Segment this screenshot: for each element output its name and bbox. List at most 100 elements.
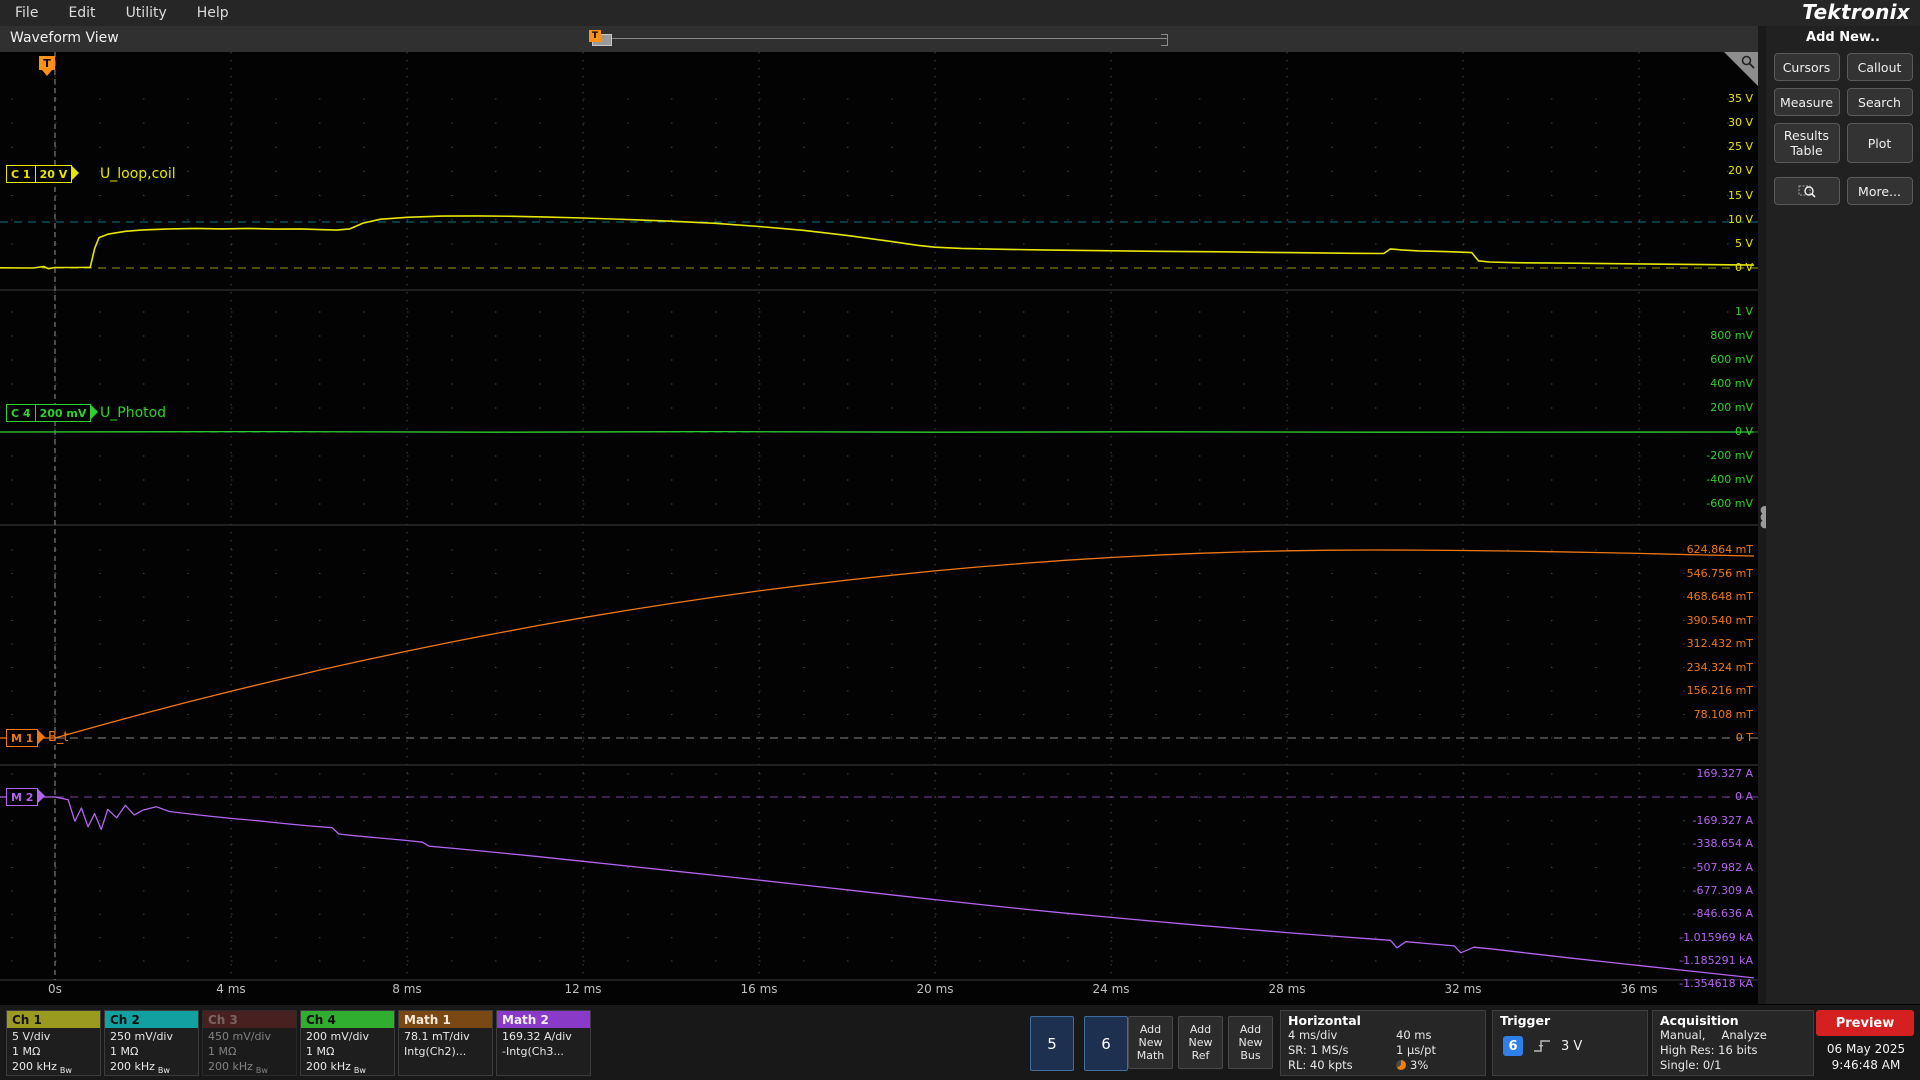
- slider-trigger-icon: T: [589, 30, 601, 42]
- plot-button[interactable]: Plot: [1846, 123, 1913, 163]
- channel-card-title: Ch 3: [203, 1011, 296, 1028]
- preview-button[interactable]: Preview: [1816, 1010, 1914, 1036]
- ch4-axis-label: 400 mV: [1710, 377, 1753, 390]
- measure-button[interactable]: Measure: [1773, 88, 1840, 116]
- math1-badge[interactable]: M 1: [6, 729, 46, 747]
- math2-axis-label: -169.327 A: [1692, 813, 1753, 827]
- channel-card-title: Math 2: [497, 1011, 590, 1028]
- math2-axis-label: -846.636 A: [1692, 907, 1753, 921]
- zoom-overlay-button[interactable]: [1773, 177, 1840, 205]
- cursors-button[interactable]: Cursors: [1773, 53, 1840, 81]
- waveform-view-header: Waveform View T: [0, 26, 1758, 53]
- math1-trace-label[interactable]: B_t: [48, 730, 69, 745]
- ch4-axis-label: -600 mV: [1706, 497, 1753, 510]
- channel-cards: Ch 1 5 V/div 1 MΩ 200 kHz Bw Ch 2 250 mV/div 1 …: [6, 1010, 591, 1076]
- channel-scale: 450 mV/div: [208, 1030, 271, 1043]
- math2-axis-label: -338.654 A: [1692, 837, 1753, 851]
- channel-impedance: 1 MΩ: [12, 1045, 41, 1058]
- more-button[interactable]: More...: [1846, 177, 1913, 205]
- add-new-math-button[interactable]: Add New Math: [1128, 1016, 1173, 1069]
- math2-axis-label: -1.185291 kA: [1679, 954, 1753, 968]
- channel-card-math1[interactable]: Math 1 78.1 mT/div Intg(Ch2)...: [398, 1010, 493, 1076]
- math2-axis-label: -677.309 A: [1692, 883, 1753, 897]
- time-axis-label: 28 ms: [1268, 982, 1306, 996]
- horizontal-values: 4 ms/div 40 ms SR: 1 MS/s 1 µs/pt RL: 40 kpt…: [1281, 1028, 1485, 1073]
- panel-splitter[interactable]: ● ● ●: [1758, 26, 1770, 1004]
- plot-area[interactable]: T C 1 20 V U_loop,coil C 4 200 mV U_Phot…: [0, 52, 1758, 1004]
- channel-card-ch4[interactable]: Ch 4 200 mV/div 1 MΩ 200 kHz Bw: [300, 1010, 395, 1076]
- channel-card-title: Ch 4: [301, 1011, 394, 1028]
- horizontal-left-value: RL: 40 kpts: [1288, 1058, 1353, 1072]
- time-axis-label: 12 ms: [564, 982, 602, 996]
- preview-area: Preview 06 May 2025 9:46:48 AM: [1816, 1010, 1916, 1076]
- add-new-bus-button[interactable]: Add New Bus: [1228, 1016, 1273, 1069]
- channel-button-6[interactable]: 6: [1084, 1016, 1128, 1071]
- channel-card-ch2[interactable]: Ch 2 250 mV/div 1 MΩ 200 kHz Bw: [104, 1010, 199, 1076]
- channel-card-ch1[interactable]: Ch 1 5 V/div 1 MΩ 200 kHz Bw: [6, 1010, 101, 1076]
- ch4-axis-label: -200 mV: [1706, 449, 1753, 462]
- math2-axis-label: -1.015969 kA: [1679, 930, 1753, 944]
- waveform-canvas[interactable]: [0, 52, 1758, 1004]
- trigger-panel[interactable]: Trigger 6 3 V: [1492, 1010, 1648, 1076]
- horizontal-position-slider[interactable]: T: [589, 30, 1168, 46]
- add-new-ref-button[interactable]: Add New Ref: [1178, 1016, 1223, 1069]
- acquisition-analyze[interactable]: Analyze: [1721, 1028, 1766, 1043]
- ch4-trace-label[interactable]: U_Photod: [100, 405, 166, 421]
- search-button[interactable]: Search: [1846, 88, 1913, 116]
- zoom-icon: [1798, 185, 1816, 198]
- channel-button-5[interactable]: 5: [1030, 1016, 1074, 1071]
- math2-badge-id: M 2: [11, 790, 34, 804]
- menu-item-edit[interactable]: Edit: [53, 0, 110, 26]
- channel-card-title: Ch 2: [105, 1011, 198, 1028]
- time-axis-label: 32 ms: [1444, 982, 1482, 996]
- badge-divider: [34, 405, 36, 421]
- menu-item-help[interactable]: Help: [182, 0, 244, 26]
- horizontal-left-value: SR: 1 MS/s: [1288, 1043, 1349, 1057]
- acquisition-resolution: High Res: 16 bits: [1660, 1043, 1758, 1057]
- plot-zoom-corner-button[interactable]: [1724, 52, 1758, 86]
- ch4-badge[interactable]: C 4 200 mV: [6, 404, 99, 422]
- magnifier-icon: [1741, 55, 1755, 69]
- time-axis-label: 0s: [48, 982, 62, 996]
- channel-scale: 250 mV/div: [110, 1030, 173, 1043]
- ch4-axis-label: 600 mV: [1710, 353, 1753, 366]
- ch1-badge[interactable]: C 1 20 V: [6, 165, 80, 183]
- ch4-axis-label: 200 mV: [1710, 401, 1753, 414]
- menu-item-utility[interactable]: Utility: [111, 0, 182, 26]
- channel-bandwidth: 200 kHz Bw: [12, 1060, 72, 1076]
- callout-button[interactable]: Callout: [1846, 53, 1913, 81]
- add-new-buttons: Add New Math Add New Ref Add New Bus: [1128, 1016, 1273, 1069]
- math1-badge-id: M 1: [11, 731, 34, 745]
- ch4-badge-id: C 4: [11, 406, 31, 420]
- ch1-badge-scale: 20 V: [39, 167, 68, 181]
- math2-badge[interactable]: M 2: [6, 788, 46, 806]
- ch1-trace-label[interactable]: U_loop,coil: [100, 166, 176, 182]
- channel-impedance: 1 MΩ: [110, 1045, 139, 1058]
- ch4-axis-label: 1 V: [1734, 305, 1753, 318]
- math2-axis-label: -1.354618 kA: [1679, 977, 1753, 991]
- channel-card-ch3[interactable]: Ch 3 450 mV/div 1 MΩ 200 kHz Bw: [202, 1010, 297, 1076]
- horizontal-panel[interactable]: Horizontal 4 ms/div 40 ms SR: 1 MS/s 1 µs/p…: [1280, 1010, 1486, 1076]
- menu-item-file[interactable]: File: [0, 0, 53, 26]
- math2-axis-label: -507.982 A: [1692, 860, 1753, 874]
- trace-math1: [0, 549, 1755, 739]
- acquisition-panel[interactable]: Acquisition Manual, Analyze High Res: 16…: [1652, 1010, 1814, 1076]
- channel-card-math2[interactable]: Math 2 169.32 A/div -Intg(Ch3...: [496, 1010, 591, 1076]
- channel-card-body: 450 mV/div 1 MΩ 200 kHz Bw: [203, 1028, 296, 1076]
- results-table-button[interactable]: Results Table: [1773, 123, 1840, 163]
- slider-handle[interactable]: T: [589, 30, 612, 46]
- menu-bar: File Edit Utility Help Tektronix: [0, 0, 1920, 26]
- channel-number-buttons: 56: [1030, 1016, 1128, 1071]
- trigger-source-badge: 6: [1503, 1036, 1523, 1056]
- channel-scale: 78.1 mT/div: [404, 1030, 470, 1043]
- rising-edge-icon: [1534, 1040, 1550, 1052]
- waveform-view: Waveform View T T C 1 20 V U_loop,coil C…: [0, 26, 1758, 1004]
- horizontal-right-value: 40 ms: [1396, 1028, 1432, 1042]
- channel-card-body: 250 mV/div 1 MΩ 200 kHz Bw: [105, 1028, 198, 1076]
- acquisition-sequence: Single: 0/1: [1660, 1058, 1722, 1072]
- acquisition-mode: Manual,: [1660, 1028, 1706, 1042]
- channel-bandwidth: 200 kHz Bw: [208, 1060, 268, 1076]
- math1-axis-label: 0 T: [1735, 731, 1753, 744]
- bandwidth-limit-badge: Bw: [157, 1066, 170, 1076]
- trigger-position-flag[interactable]: T: [39, 56, 55, 76]
